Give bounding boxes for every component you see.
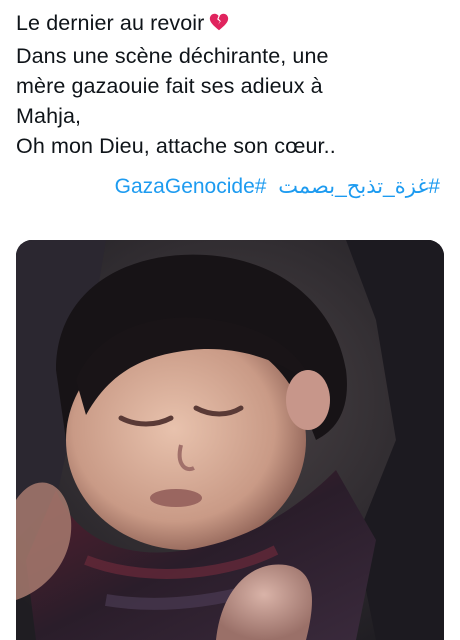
hashtag-row: GazaGenocide# #غزة_تذبح_بصمت	[115, 172, 440, 202]
tweet-line-1: Le dernier au revoir	[16, 8, 448, 41]
tweet-line-4: Mahja,	[16, 104, 82, 128]
tweet-line-1-text: Le dernier au revoir	[16, 11, 205, 35]
hashtag-arabic[interactable]: #غزة_تذبح_بصمت	[278, 172, 440, 202]
broken-heart-icon	[208, 11, 230, 41]
tweet-line-3: mère gazaouie fait ses adieux à	[16, 74, 323, 98]
tweet-media-video[interactable]	[16, 240, 444, 640]
tweet-text: Le dernier au revoir Dans une scène déch…	[16, 8, 448, 161]
sleeping-child-photo	[16, 240, 444, 640]
tweet-line-2: Dans une scène déchirante, une	[16, 44, 329, 68]
tweet-line-5: Oh mon Dieu, attache son cœur..	[16, 134, 336, 158]
hashtag-gaza-genocide[interactable]: GazaGenocide#	[115, 172, 267, 202]
